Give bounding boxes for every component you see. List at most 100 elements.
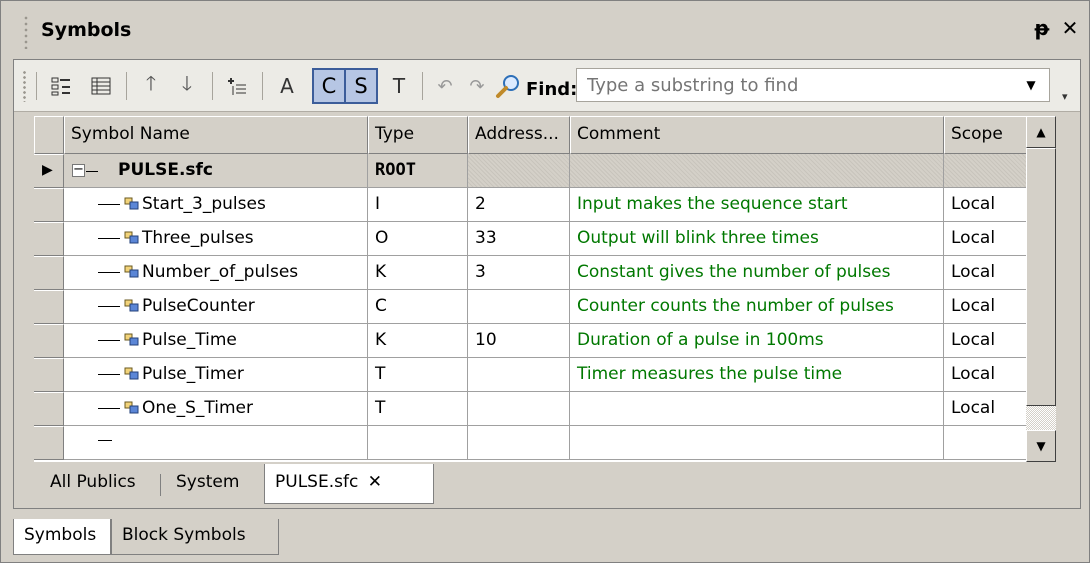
list-view-icon[interactable]	[86, 70, 116, 102]
tab-symbols[interactable]: Symbols	[13, 519, 111, 555]
address-cell[interactable]: 10	[468, 324, 570, 358]
type-cell[interactable]: T	[368, 392, 468, 426]
table-row[interactable]: Number_of_pulses K 3 Constant gives the num…	[34, 256, 1056, 290]
symbols-panel: 🡑 🡓 A C S T ↶ ↷ Find: ▼ ▾ Sym	[13, 59, 1081, 509]
comment-cell[interactable]: Duration of a pulse in 100ms	[570, 324, 944, 358]
symbol-icon	[124, 297, 139, 312]
empty-cell[interactable]	[570, 426, 944, 460]
empty-cell[interactable]	[64, 426, 368, 460]
tab-block-symbols[interactable]: Block Symbols	[111, 519, 279, 555]
symbol-name-cell[interactable]: Number_of_pulses	[64, 256, 368, 290]
column-header-comment[interactable]: Comment	[570, 116, 944, 154]
column-t-button[interactable]: T	[384, 70, 414, 102]
table-row[interactable]: Pulse_Timer T Timer measures the pulse tim…	[34, 358, 1056, 392]
table-row[interactable]: Three_pulses O 33 Output will blink three t…	[34, 222, 1056, 256]
move-down-icon[interactable]: 🡓	[172, 70, 202, 102]
address-cell[interactable]	[468, 358, 570, 392]
root-comment	[570, 154, 944, 188]
empty-cell[interactable]	[368, 426, 468, 460]
column-c-toggle[interactable]: C	[312, 68, 346, 104]
row-selector[interactable]	[34, 222, 64, 256]
collapse-icon[interactable]: −	[72, 163, 85, 177]
address-cell[interactable]: 2	[468, 188, 570, 222]
scroll-down-icon[interactable]: ▼	[1026, 430, 1056, 462]
row-selector[interactable]	[34, 426, 64, 460]
address-cell[interactable]: 3	[468, 256, 570, 290]
empty-cell[interactable]	[468, 426, 570, 460]
move-up-icon[interactable]: 🡑	[136, 70, 166, 102]
symbol-name-cell[interactable]: Start_3_pulses	[64, 188, 368, 222]
type-cell[interactable]: K	[368, 324, 468, 358]
find-input[interactable]	[576, 68, 1050, 102]
undo-icon[interactable]: ↶	[430, 70, 460, 102]
table-row[interactable]: Pulse_Time K 10 Duration of a pulse in 100m…	[34, 324, 1056, 358]
column-header-address[interactable]: Address...	[468, 116, 570, 154]
column-header-symbol-name[interactable]: Symbol Name	[64, 116, 368, 154]
toolbar-separator	[262, 72, 263, 100]
column-s-toggle[interactable]: S	[344, 68, 378, 104]
table-row[interactable]: PulseCounter C Counter counts the number o…	[34, 290, 1056, 324]
vertical-scrollbar[interactable]: ▲ ▼	[1026, 60, 1056, 462]
tab-all-publics[interactable]: All Publics	[40, 464, 146, 502]
address-cell[interactable]	[468, 290, 570, 324]
symbol-name-cell[interactable]: Pulse_Timer	[64, 358, 368, 392]
row-selector[interactable]	[34, 392, 64, 426]
table-row-root[interactable]: ▶ PULSE.sfc ROOT	[34, 154, 1056, 188]
close-icon[interactable]: ✕	[1059, 15, 1081, 41]
tab-system[interactable]: System	[166, 464, 249, 502]
insert-row-icon[interactable]	[222, 70, 252, 102]
tree-line	[98, 204, 120, 205]
symbol-name-cell[interactable]: PulseCounter	[64, 290, 368, 324]
type-cell[interactable]: I	[368, 188, 468, 222]
type-cell[interactable]: K	[368, 256, 468, 290]
symbol-name: Three_pulses	[142, 228, 254, 248]
row-selector[interactable]	[34, 290, 64, 324]
tab-pulse-sfc-label: PULSE.sfc	[275, 472, 359, 492]
tree-line	[98, 272, 120, 273]
row-selector[interactable]	[34, 358, 64, 392]
comment-cell[interactable]: Counter counts the number of pulses	[570, 290, 944, 324]
tree-view-icon[interactable]	[46, 70, 76, 102]
pin-icon[interactable]: ᵽ	[1031, 15, 1053, 41]
tree-line	[98, 238, 120, 239]
symbol-icon	[124, 399, 139, 414]
table-row[interactable]: Start_3_pulses I 2 Input makes the sequence…	[34, 188, 1056, 222]
root-type[interactable]: ROOT	[368, 154, 468, 188]
table-row-empty[interactable]	[34, 426, 1056, 460]
scroll-up-icon[interactable]: ▲	[1026, 116, 1056, 148]
symbol-name-cell[interactable]: Three_pulses	[64, 222, 368, 256]
comment-cell[interactable]: Timer measures the pulse time	[570, 358, 944, 392]
comment-cell[interactable]: Constant gives the number of pulses	[570, 256, 944, 290]
type-cell[interactable]: C	[368, 290, 468, 324]
column-a-button[interactable]: A	[272, 70, 302, 102]
row-selector[interactable]	[34, 188, 64, 222]
tree-line	[98, 408, 120, 409]
title-bar[interactable]: Symbols ᵽ ✕	[1, 1, 1089, 63]
search-icon[interactable]	[492, 70, 524, 102]
comment-cell[interactable]: Output will blink three times	[570, 222, 944, 256]
toolbar-separator	[36, 72, 37, 100]
type-cell[interactable]: O	[368, 222, 468, 256]
toolbar-grip-icon[interactable]	[22, 70, 28, 102]
toolbar-overflow-icon[interactable]: ▾	[1062, 90, 1068, 103]
tab-pulse-sfc[interactable]: PULSE.sfc ✕	[264, 464, 434, 504]
scroll-thumb[interactable]	[1026, 148, 1056, 406]
symbol-name-cell[interactable]: Pulse_Time	[64, 324, 368, 358]
address-cell[interactable]	[468, 392, 570, 426]
row-selector[interactable]: ▶	[34, 154, 64, 188]
table-row[interactable]: One_S_Timer T Local	[34, 392, 1056, 426]
row-selector[interactable]	[34, 256, 64, 290]
type-cell[interactable]: T	[368, 358, 468, 392]
symbol-name-cell[interactable]: One_S_Timer	[64, 392, 368, 426]
column-header-type[interactable]: Type	[368, 116, 468, 154]
root-symbol-name[interactable]: PULSE.sfc	[64, 154, 368, 188]
comment-cell[interactable]	[570, 392, 944, 426]
tab-close-icon[interactable]: ✕	[368, 472, 382, 492]
redo-icon[interactable]: ↷	[462, 70, 492, 102]
address-cell[interactable]: 33	[468, 222, 570, 256]
toolbar-separator	[422, 72, 423, 100]
find-label: Find:	[526, 79, 578, 100]
drag-grip-icon[interactable]	[23, 15, 29, 49]
row-selector[interactable]	[34, 324, 64, 358]
comment-cell[interactable]: Input makes the sequence start	[570, 188, 944, 222]
